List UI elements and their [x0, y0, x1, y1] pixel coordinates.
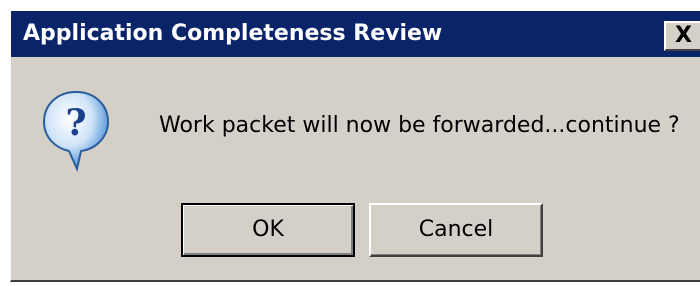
cancel-button[interactable]: Cancel: [369, 203, 543, 257]
ok-button[interactable]: OK: [181, 203, 355, 257]
dialog-title: Application Completeness Review: [23, 21, 443, 46]
svg-text:?: ?: [65, 102, 86, 144]
title-bar[interactable]: Application Completeness Review X: [11, 11, 700, 57]
close-button[interactable]: X: [664, 21, 700, 51]
message-dialog: Application Completeness Review X ? Work…: [10, 10, 700, 282]
question-icon: ?: [41, 89, 111, 173]
dialog-message: Work packet will now be forwarded...cont…: [159, 113, 680, 138]
